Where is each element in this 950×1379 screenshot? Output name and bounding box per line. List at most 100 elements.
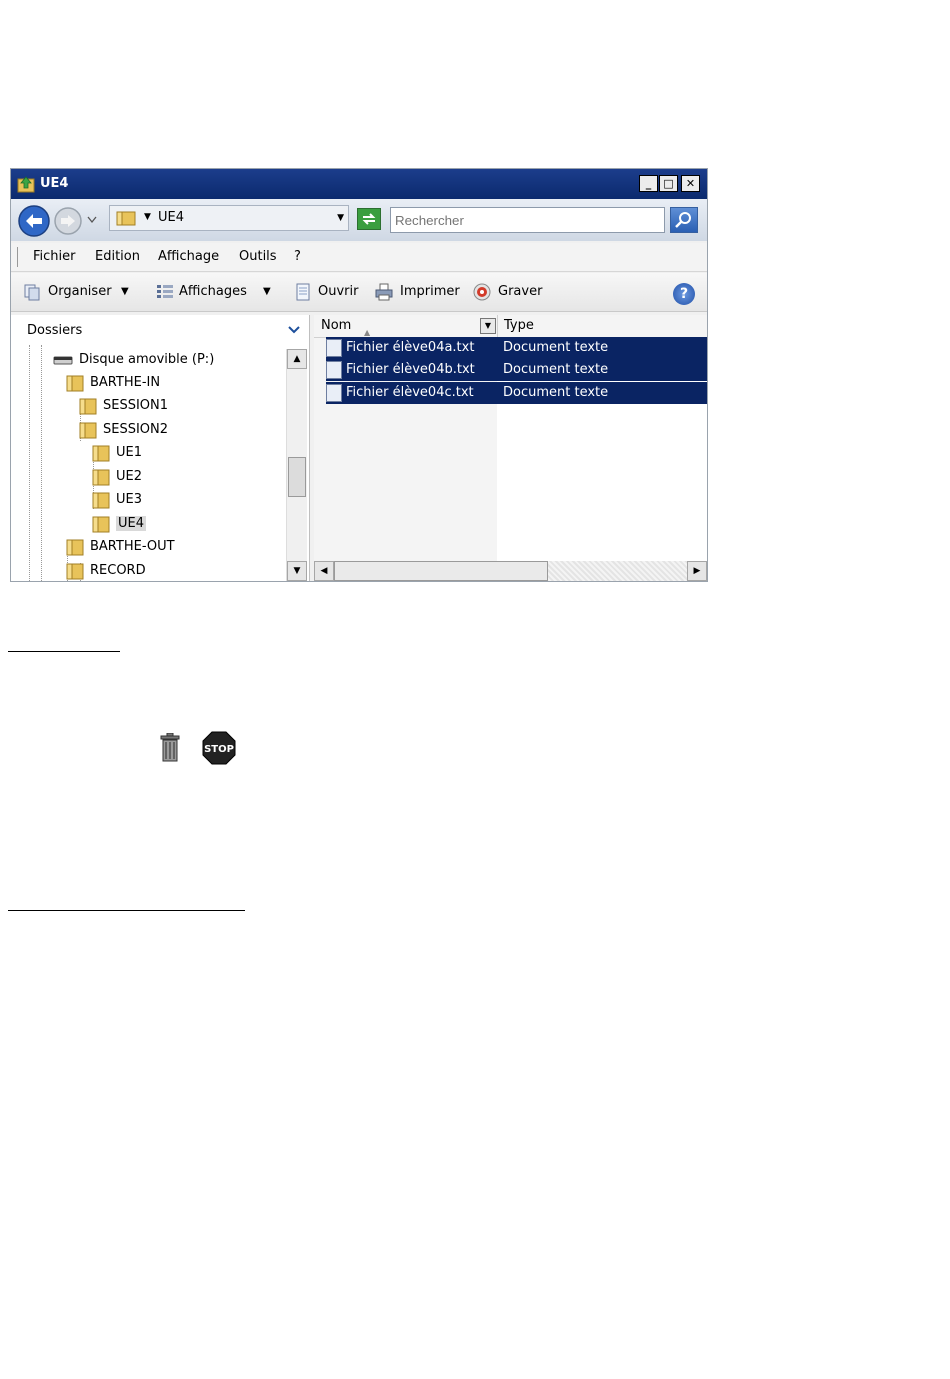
file-type: Document texte [503,340,609,355]
address-box[interactable]: ▼ UE4 ▼ [109,205,349,231]
stop-sign-label: STOP [204,744,234,755]
menu-bar: Fichier Edition Affichage Outils ? [11,243,707,272]
file-type: Document texte [503,362,609,377]
menu-affichage[interactable]: Affichage [158,249,219,264]
address-bar: ▼ UE4 ▼ [11,199,707,241]
folder-icon [66,563,84,579]
menu-help[interactable]: ? [294,249,301,264]
tree-guide [41,345,42,581]
underline-rule [8,910,245,911]
command-toolbar: Organiser ▼ Affichages ▼ Ouvrir Imprimer… [11,273,707,312]
folder-icon [66,375,84,391]
menu-grip [17,247,21,267]
folders-header[interactable]: Dossiers [27,323,82,338]
tree-item-label: BARTHE-IN [90,375,161,390]
menu-edition[interactable]: Edition [95,249,140,264]
scroll-left-icon[interactable]: ◀ [314,561,334,581]
minimize-button[interactable]: _ [639,175,658,192]
text-file-icon [326,339,342,357]
print-button[interactable]: Imprimer [400,284,460,299]
tree-item-label: UE4 [116,516,146,531]
organize-button[interactable]: Organiser [48,284,112,299]
file-name: Fichier élève04c.txt [346,385,474,400]
title-bar[interactable]: UE4 _ □ ✕ [11,169,707,199]
column-dropdown-icon[interactable]: ▼ [480,318,496,334]
column-header-type[interactable]: Type [498,315,707,338]
tree-item-session1[interactable]: SESSION1 [79,395,168,417]
file-row[interactable]: Fichier élève04b.txt Document texte [326,359,707,381]
organize-icon [24,284,40,301]
folder-icon [92,492,110,508]
burn-disc-icon [473,283,491,301]
tree-item-label: UE1 [116,445,142,460]
refresh-button[interactable] [357,208,381,230]
tree-item-label: RECORD [90,563,146,578]
views-dropdown-icon[interactable]: ▼ [263,286,271,297]
file-name: Fichier élève04a.txt [346,340,475,355]
forward-button[interactable] [53,206,83,236]
search-input[interactable] [390,207,665,233]
print-icon [375,283,393,301]
organize-dropdown-icon[interactable]: ▼ [121,286,129,297]
file-list-hscrollbar[interactable]: ◀ ▶ [314,561,707,581]
history-dropdown-icon[interactable] [87,216,97,224]
open-button[interactable]: Ouvrir [318,284,358,299]
file-list-pane: Nom ▲ ▼ Type Fichier élève04a.txt Docume… [314,315,707,581]
explorer-window: UE4 _ □ ✕ ▼ UE4 ▼ Rechercher Fichier Edi… [10,168,708,582]
text-file-icon [326,361,342,379]
removable-drive-icon [53,356,73,364]
menu-outils[interactable]: Outils [239,249,277,264]
burn-button[interactable]: Graver [498,284,542,299]
tree-item-ue1[interactable]: UE1 [92,442,142,464]
window-title: UE4 [40,176,69,191]
chevron-down-icon[interactable] [287,325,301,335]
file-row[interactable]: Fichier élève04c.txt Document texte [326,382,707,404]
address-path: UE4 [158,210,184,225]
tree-item-barthe-in[interactable]: BARTHE-IN [66,372,160,394]
folder-icon [92,469,110,485]
file-type: Document texte [503,385,609,400]
scroll-right-icon[interactable]: ▶ [687,561,707,581]
tree-item-label: BARTHE-OUT [90,539,175,554]
tree-item-label: Disque amovible (P:) [79,352,215,367]
tree-item-label: SESSION2 [103,422,169,437]
folder-icon [79,422,97,438]
maximize-button[interactable]: □ [659,175,678,192]
menu-fichier[interactable]: Fichier [33,249,76,264]
scroll-thumb[interactable] [288,457,306,497]
folder-icon [79,398,97,414]
folder-icon [92,445,110,461]
close-button[interactable]: ✕ [681,175,700,192]
column-label: Type [504,318,534,333]
trash-icon [160,733,180,762]
views-button[interactable]: Affichages [179,284,247,299]
tree-item-record[interactable]: RECORD [66,560,146,581]
tree-item-ue3[interactable]: UE3 [92,489,142,511]
folders-pane: Dossiers Disque amovible (P:) BARTHE-IN … [11,315,310,581]
tree-item-removable-disk[interactable]: Disque amovible (P:) [53,349,214,371]
tree-item-ue4[interactable]: UE4 [92,513,146,535]
file-row[interactable]: Fichier élève04a.txt Document texte [326,337,707,359]
column-label: Nom [321,318,352,333]
open-icon [296,283,310,301]
breadcrumb-arrow-icon: ▼ [144,212,151,222]
back-button[interactable] [17,204,51,238]
stop-sign-icon: STOP [202,731,236,765]
tree-item-label: UE3 [116,492,142,507]
folders-scrollbar[interactable]: ▲ ▼ [286,349,307,581]
folder-icon [116,211,136,226]
help-button[interactable]: ? [673,283,695,305]
scroll-up-icon[interactable]: ▲ [287,349,307,369]
address-dropdown-icon[interactable]: ▼ [337,213,344,223]
tree-item-ue2[interactable]: UE2 [92,466,142,488]
hscroll-thumb[interactable] [334,561,548,581]
file-name: Fichier élève04b.txt [346,362,475,377]
scroll-down-icon[interactable]: ▼ [287,561,307,581]
column-header-nom[interactable]: Nom ▲ ▼ [314,315,498,338]
tree-item-session2[interactable]: SESSION2 [79,419,168,441]
search-button[interactable] [670,207,698,233]
underline-rule [8,651,120,652]
views-icon [157,285,173,298]
tree-item-label: SESSION1 [103,398,169,413]
tree-item-barthe-out[interactable]: BARTHE-OUT [66,536,175,558]
